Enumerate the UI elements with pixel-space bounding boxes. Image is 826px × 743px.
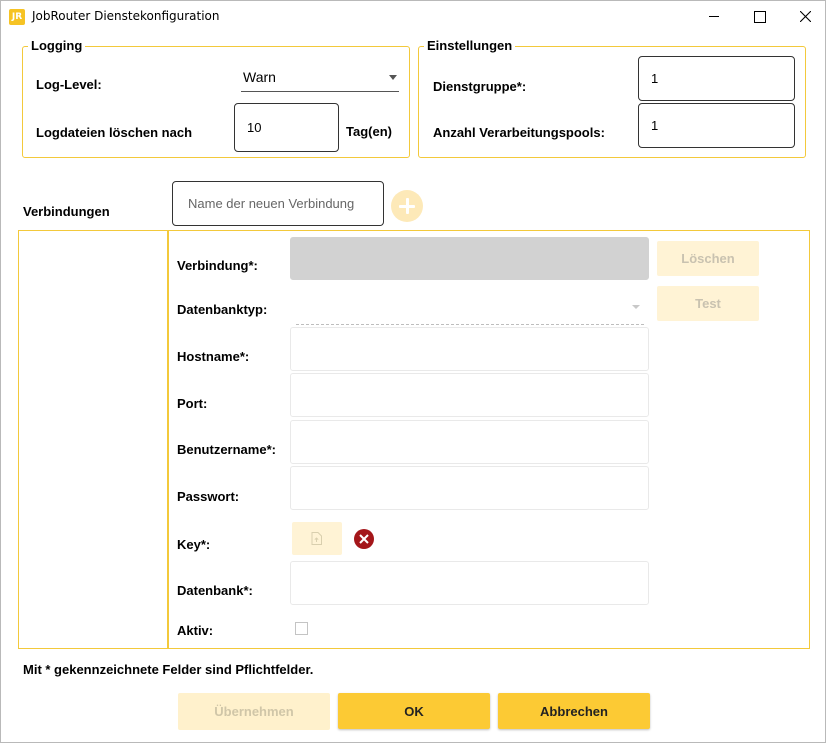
active-checkbox[interactable] xyxy=(295,622,308,635)
close-icon xyxy=(800,11,811,22)
new-connection-input[interactable]: Name der neuen Verbindung xyxy=(172,181,384,226)
log-level-label: Log-Level: xyxy=(36,77,102,92)
window-title: JobRouter Dienstekonfiguration xyxy=(32,9,220,23)
maximize-button[interactable] xyxy=(737,1,783,32)
close-button[interactable] xyxy=(783,1,826,32)
required-fields-note: Mit * gekennzeichnete Felder sind Pflich… xyxy=(23,662,314,677)
ok-button[interactable]: OK xyxy=(338,693,490,729)
dbtype-label: Datenbanktyp: xyxy=(177,302,268,317)
password-input[interactable] xyxy=(290,466,649,510)
port-label: Port: xyxy=(177,396,208,411)
delete-days-unit: Tag(en) xyxy=(346,124,392,139)
dbtype-select[interactable] xyxy=(296,298,644,325)
file-upload-icon xyxy=(311,532,322,545)
delete-connection-button[interactable]: Löschen xyxy=(657,241,759,276)
connections-label: Verbindungen xyxy=(23,204,110,219)
app-logo-icon: JR xyxy=(9,9,25,25)
hostname-input[interactable] xyxy=(290,327,649,371)
service-group-input[interactable]: 1 xyxy=(638,56,795,101)
apply-button[interactable]: Übernehmen xyxy=(178,693,330,730)
username-label: Benutzername*: xyxy=(177,442,276,457)
connection-name-field xyxy=(290,237,649,280)
database-input[interactable] xyxy=(290,561,649,605)
key-label: Key*: xyxy=(177,537,211,552)
logging-group: Logging xyxy=(22,38,410,158)
hostname-label: Hostname*: xyxy=(177,349,250,364)
settings-group-title: Einstellungen xyxy=(424,38,516,53)
pools-label: Anzahl Verarbeitungspools: xyxy=(433,125,605,140)
username-input[interactable] xyxy=(290,420,649,464)
cancel-button[interactable]: Abbrechen xyxy=(498,693,650,729)
delete-logs-label: Logdateien löschen nach xyxy=(36,125,193,140)
delete-days-input[interactable]: 10 xyxy=(234,103,339,152)
connections-list-divider xyxy=(167,230,169,649)
add-connection-button[interactable] xyxy=(391,190,423,222)
chevron-down-icon xyxy=(389,75,397,80)
close-icon xyxy=(359,534,369,544)
remove-key-button[interactable] xyxy=(354,529,374,549)
connection-name-label: Verbindung*: xyxy=(177,258,258,273)
database-label: Datenbank*: xyxy=(177,583,253,598)
chevron-down-icon xyxy=(632,305,640,309)
service-group-label: Dienstgruppe*: xyxy=(433,79,527,94)
connections-list[interactable] xyxy=(19,231,167,648)
minimize-button[interactable] xyxy=(691,1,737,32)
log-level-value: Warn xyxy=(243,69,276,85)
title-bar[interactable]: JR JobRouter Dienstekonfiguration xyxy=(1,1,825,32)
port-input[interactable] xyxy=(290,373,649,417)
active-label: Aktiv: xyxy=(177,623,214,638)
password-label: Passwort: xyxy=(177,489,240,504)
logging-group-title: Logging xyxy=(28,38,86,53)
pools-input[interactable]: 1 xyxy=(638,103,795,148)
log-level-select[interactable]: Warn xyxy=(241,67,399,92)
key-upload-button[interactable] xyxy=(292,522,342,555)
test-connection-button[interactable]: Test xyxy=(657,286,759,321)
dialog-window: JR JobRouter Dienstekonfiguration Loggin… xyxy=(0,0,826,743)
